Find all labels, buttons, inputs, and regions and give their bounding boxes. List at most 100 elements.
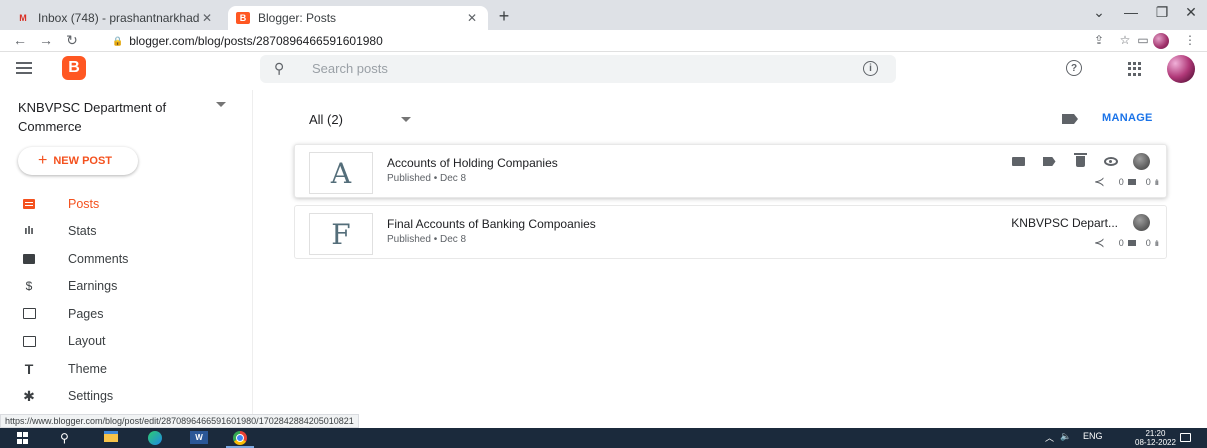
- post-row[interactable]: A Accounts of Holding Companies Publishe…: [294, 144, 1167, 198]
- sidebar-item-label: Settings: [68, 389, 114, 404]
- post-thumbnail: F: [309, 213, 373, 255]
- reload-icon[interactable]: ↻: [62, 32, 82, 49]
- manage-button[interactable]: MANAGE: [1102, 112, 1153, 124]
- word-icon[interactable]: W: [190, 431, 208, 444]
- share-page-icon[interactable]: ⇪: [1090, 33, 1108, 47]
- account-avatar[interactable]: [1167, 55, 1195, 83]
- windows-taskbar: ⚲ W ︿ 🔈 ENG 21:20 08-12-2022: [0, 428, 1207, 448]
- blog-selector[interactable]: KNBVPSC Department of Commerce: [18, 98, 208, 136]
- help-icon[interactable]: ?: [1066, 60, 1082, 76]
- chrome-icon[interactable]: [233, 431, 247, 445]
- trash-icon[interactable]: [1073, 153, 1087, 169]
- edge-icon[interactable]: [148, 431, 162, 445]
- file-explorer-icon[interactable]: [104, 431, 118, 442]
- author-name: KNBVPSC Depart...: [1011, 215, 1118, 230]
- view-count: 0: [1145, 238, 1151, 248]
- side-panel-icon[interactable]: ▭: [1134, 33, 1152, 47]
- sidebar-item-earnings[interactable]: $ Earnings: [0, 273, 253, 301]
- share-icon[interactable]: ≺: [1094, 235, 1105, 251]
- back-icon[interactable]: ←: [10, 32, 30, 48]
- restore-icon[interactable]: ❐: [1148, 4, 1176, 21]
- chevron-down-icon[interactable]: ⌄: [1085, 4, 1113, 21]
- comment-icon: [1127, 179, 1136, 185]
- post-row[interactable]: F Final Accounts of Banking Compoanies P…: [294, 205, 1167, 259]
- sidebar-item-theme[interactable]: T Theme: [0, 355, 253, 383]
- sidebar-nav: Posts ılı Stats Comments $ Earnings Page…: [0, 190, 253, 410]
- post-stats: ≺ 0 0 ılı: [1094, 235, 1159, 251]
- system-clock[interactable]: 21:20 08-12-2022: [1135, 429, 1176, 447]
- sidebar-item-label: Earnings: [68, 279, 118, 294]
- search-input[interactable]: [312, 61, 812, 76]
- stats-icon: ılı: [24, 225, 34, 238]
- sidebar-item-label: Comments: [68, 251, 129, 266]
- settings-icon: ✱: [23, 387, 35, 404]
- posts-icon: [22, 197, 36, 211]
- sidebar-item-label: Stats: [68, 224, 97, 239]
- forward-icon[interactable]: →: [36, 32, 56, 48]
- tab-blogger[interactable]: B Blogger: Posts ✕: [228, 6, 488, 30]
- sidebar-item-layout[interactable]: Layout: [0, 328, 253, 356]
- clock-time: 21:20: [1145, 429, 1166, 438]
- search-icon[interactable]: ⚲: [274, 60, 284, 77]
- tab-title: Blogger: Posts: [258, 11, 337, 25]
- filter-dropdown-icon[interactable]: [401, 117, 411, 122]
- post-actions: [994, 153, 1150, 170]
- url-bar[interactable]: 🔒 blogger.com/blog/posts/287089646659160…: [112, 34, 383, 48]
- post-title[interactable]: Accounts of Holding Companies: [387, 156, 558, 170]
- gmail-icon: M: [19, 13, 27, 23]
- sidebar-item-settings[interactable]: ✱ Settings: [0, 383, 253, 411]
- info-icon[interactable]: i: [863, 61, 878, 76]
- volume-icon[interactable]: 🔈: [1060, 431, 1071, 442]
- stats-icon: ılı: [1154, 238, 1159, 248]
- taskbar-search-icon[interactable]: ⚲: [60, 431, 69, 445]
- menu-icon[interactable]: [16, 62, 32, 76]
- minimize-icon[interactable]: —: [1117, 4, 1145, 20]
- post-thumbnail: A: [309, 152, 373, 194]
- status-bar-url: https://www.blogger.com/blog/post/edit/2…: [0, 414, 359, 428]
- stats-icon: ılı: [1154, 177, 1159, 187]
- post-stats: ≺ 0 0 ılı: [1094, 174, 1159, 190]
- new-tab-button[interactable]: +: [494, 6, 514, 27]
- browser-profile-avatar[interactable]: [1153, 33, 1169, 49]
- label-icon[interactable]: [1062, 114, 1078, 124]
- pages-icon: [22, 307, 36, 321]
- sidebar-item-label: Layout: [68, 334, 106, 349]
- view-icon[interactable]: [1104, 155, 1118, 169]
- browser-tabstrip: M Inbox (748) - prashantnarkhade8 ✕ B Bl…: [0, 0, 1207, 30]
- close-tab-icon[interactable]: ✕: [199, 11, 215, 25]
- bookmark-star-icon[interactable]: ☆: [1116, 33, 1134, 47]
- address-toolbar: ← → ↻ 🔒 blogger.com/blog/posts/287089646…: [0, 30, 1207, 52]
- windows-start-icon[interactable]: [16, 431, 28, 445]
- sidebar-item-label: Pages: [68, 306, 104, 321]
- search-bar[interactable]: ⚲ i: [260, 55, 896, 83]
- sidebar: KNBVPSC Department of Commerce + NEW POS…: [0, 90, 253, 414]
- sidebar-item-posts[interactable]: Posts: [0, 190, 253, 218]
- author-avatar: [1133, 214, 1150, 231]
- tab-gmail[interactable]: M Inbox (748) - prashantnarkhade8 ✕: [8, 6, 223, 30]
- tab-title: Inbox (748) - prashantnarkhade8: [38, 11, 199, 25]
- window-close-icon[interactable]: ✕: [1177, 4, 1205, 21]
- sidebar-item-label: Posts: [68, 196, 100, 211]
- sidebar-item-pages[interactable]: Pages: [0, 300, 253, 328]
- google-apps-icon[interactable]: [1128, 62, 1142, 76]
- sidebar-item-stats[interactable]: ılı Stats: [0, 218, 253, 246]
- tray-chevron-icon[interactable]: ︿: [1045, 431, 1054, 444]
- close-tab-icon[interactable]: ✕: [464, 11, 480, 25]
- view-count: 0: [1145, 177, 1151, 187]
- notification-icon[interactable]: [1180, 433, 1191, 442]
- earnings-icon: $: [25, 279, 33, 294]
- blogger-logo-icon[interactable]: B: [62, 56, 86, 80]
- blog-dropdown-icon[interactable]: [216, 102, 226, 107]
- post-filter-select[interactable]: All (2): [309, 112, 343, 127]
- preview-icon[interactable]: [1011, 155, 1025, 169]
- share-icon[interactable]: ≺: [1094, 174, 1105, 190]
- browser-menu-icon[interactable]: ⋮: [1181, 33, 1199, 47]
- new-post-label: NEW POST: [53, 155, 113, 167]
- post-status: Published • Dec 8: [387, 173, 467, 184]
- language-indicator[interactable]: ENG: [1083, 431, 1103, 441]
- post-title[interactable]: Final Accounts of Banking Compoanies: [387, 217, 596, 231]
- new-post-button[interactable]: + NEW POST: [18, 147, 138, 175]
- label-icon[interactable]: [1042, 155, 1056, 169]
- comment-icon: [1127, 240, 1136, 246]
- sidebar-item-comments[interactable]: Comments: [0, 245, 253, 273]
